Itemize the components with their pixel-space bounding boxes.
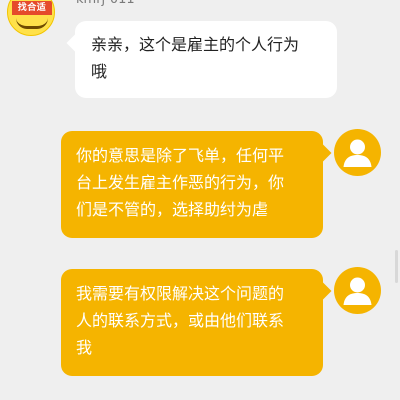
smile-face-icon <box>16 18 48 29</box>
user-silhouette-icon <box>343 277 372 305</box>
agent-message-bubble[interactable]: 亲亲，这个是雇主的个人行为 哦 <box>75 21 337 98</box>
user-avatar[interactable] <box>334 267 381 314</box>
user-message-bubble[interactable]: 我需要有权限解决这个问题的 人的联系方式，或由他们联系 我 <box>61 269 323 376</box>
user-silhouette-icon <box>343 139 372 167</box>
user-avatar[interactable] <box>334 129 381 176</box>
scroll-indicator[interactable] <box>395 250 398 283</box>
avatar-logo-text: 找合适 <box>12 1 52 15</box>
user-message-bubble[interactable]: 你的意思是除了飞单，任何平 台上发生雇主作恶的行为，你 们是不管的，选择助纣为虐 <box>61 131 323 238</box>
agent-name: kmrj-011 <box>76 0 135 7</box>
agent-avatar[interactable]: 找合适 <box>7 0 55 36</box>
chat-thread: 找合适 kmrj-011 亲亲，这个是雇主的个人行为 哦 你的意思是除了飞单，任… <box>0 0 400 400</box>
